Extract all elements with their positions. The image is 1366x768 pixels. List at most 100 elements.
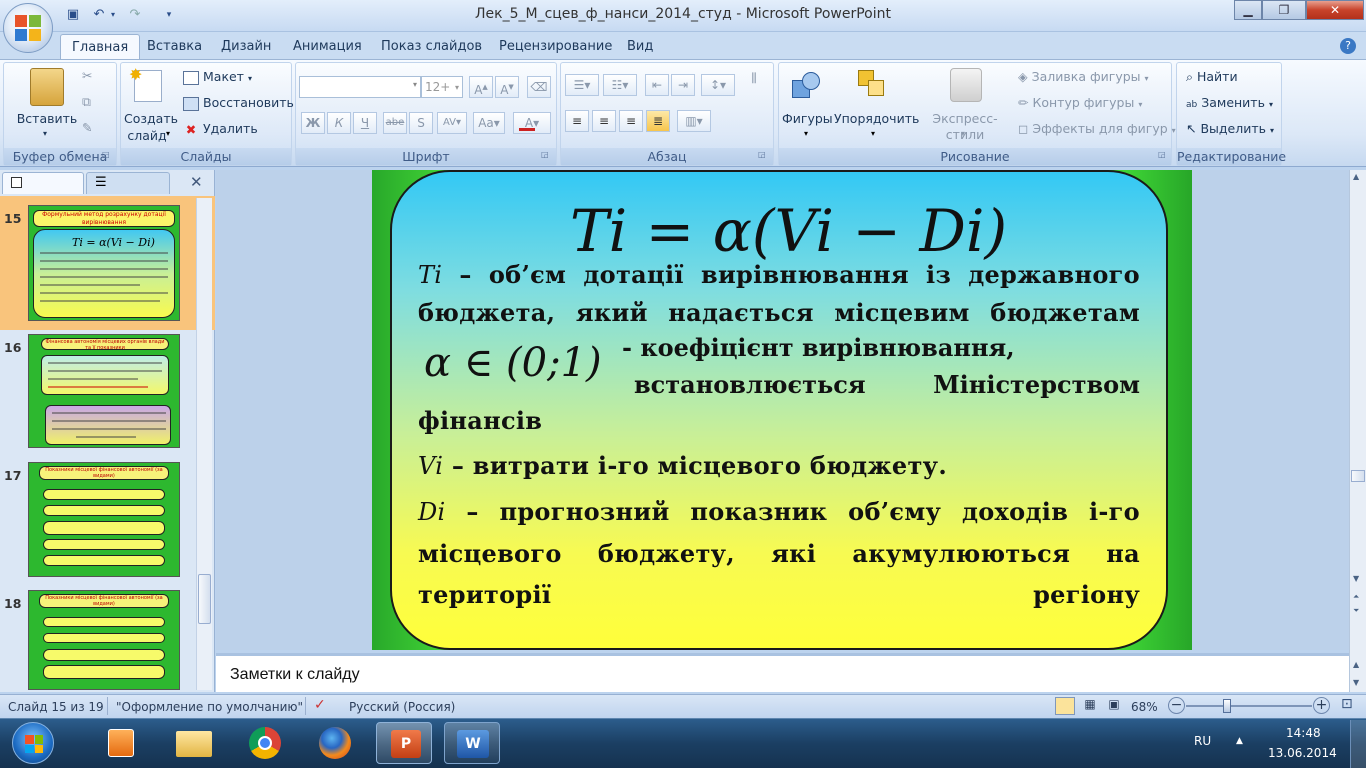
tab-slideshow[interactable]: Показ слайдов	[370, 34, 493, 59]
tab-view[interactable]: Вид	[616, 34, 664, 59]
firefox-taskbar-icon[interactable]	[306, 722, 362, 764]
notes-pane[interactable]: Заметки к слайду	[216, 653, 1349, 692]
bold-button[interactable]: Ж	[301, 112, 325, 134]
quick-styles-dropdown-icon[interactable]: ▾	[961, 129, 965, 138]
start-button[interactable]	[12, 722, 54, 764]
align-right-button[interactable]: ≡	[619, 110, 643, 132]
slide-thumbnail-16[interactable]: Фінансова автономія місцевих органів вла…	[28, 334, 180, 448]
tab-outline-view[interactable]: ☰	[86, 172, 170, 194]
tab-home[interactable]: Главная	[60, 34, 141, 61]
slide-thumbnail-18[interactable]: Показники місцевої фінансової автономії …	[28, 590, 180, 690]
paste-icon[interactable]	[30, 68, 64, 106]
zoom-in-button[interactable]: +	[1313, 697, 1330, 714]
line-spacing-button[interactable]: ↕▾	[701, 74, 735, 96]
tab-design[interactable]: Дизайн	[210, 34, 282, 59]
prev-slide-icon[interactable]: ⏶	[1353, 592, 1359, 602]
help-icon[interactable]: ?	[1340, 38, 1356, 54]
close-button[interactable]: ✕	[1306, 0, 1364, 20]
scroll-up-icon[interactable]: ▲	[1353, 172, 1359, 181]
normal-view-button[interactable]	[1055, 697, 1075, 715]
spellcheck-icon[interactable]: ✓	[314, 697, 326, 713]
cut-icon[interactable]: ✂	[82, 68, 92, 83]
close-panel-icon[interactable]: ✕	[190, 173, 203, 191]
shape-effects-button[interactable]: ◻ Эффекты для фигур ▾	[1018, 121, 1176, 136]
justify-button[interactable]: ≣	[646, 110, 670, 132]
arrange-icon[interactable]	[858, 70, 890, 102]
slide-scroll-thumb[interactable]	[1351, 470, 1365, 482]
chrome-taskbar-icon[interactable]	[236, 722, 292, 764]
thumbnails-scrollbar[interactable]	[196, 198, 212, 690]
clock-time[interactable]: 14:48	[1286, 726, 1321, 740]
numbering-button[interactable]: ☷▾	[603, 74, 637, 96]
next-slide-icon[interactable]: ⏷	[1353, 606, 1359, 616]
drawing-launcher-icon[interactable]: ◲	[1158, 150, 1166, 159]
align-center-button[interactable]: ≡	[592, 110, 616, 132]
slideshow-view-button[interactable]: ▣	[1104, 697, 1124, 715]
underline-button[interactable]: Ч	[353, 112, 377, 134]
font-color-button[interactable]: A▾	[513, 112, 551, 134]
paste-button[interactable]: Вставить	[14, 111, 80, 127]
zoom-slider-thumb[interactable]	[1222, 699, 1231, 713]
office-button[interactable]	[3, 3, 53, 53]
arrange-button[interactable]: Упорядочить	[834, 111, 919, 127]
italic-button[interactable]: К	[327, 112, 351, 134]
change-case-button[interactable]: Aa▾	[473, 112, 505, 134]
clear-format-button[interactable]: ⌫	[527, 76, 551, 98]
new-slide-label-1[interactable]: Создать	[124, 111, 178, 127]
shape-outline-button[interactable]: ✏ Контур фигуры ▾	[1018, 95, 1142, 110]
shape-fill-button[interactable]: ◈ Заливка фигуры ▾	[1018, 69, 1149, 84]
scroll-thumb[interactable]	[198, 574, 211, 624]
slide-thumbnail-15[interactable]: Формульний метод розрахунку дотації вирі…	[28, 205, 180, 321]
quick-styles-icon[interactable]	[950, 68, 982, 102]
tab-review[interactable]: Рецензирование	[488, 34, 623, 59]
new-slide-icon[interactable]: ✸	[129, 65, 162, 102]
keyboard-language[interactable]: RU	[1194, 734, 1211, 748]
text-direction-button[interactable]: ⫼	[741, 68, 767, 90]
shapes-icon[interactable]	[792, 70, 824, 104]
layout-button[interactable]: Макет ▾	[183, 69, 252, 85]
format-painter-icon[interactable]: ✎	[82, 120, 92, 135]
sorter-view-button[interactable]: ▦	[1080, 697, 1100, 715]
find-button[interactable]: ⌕ Найти	[1186, 69, 1238, 85]
paste-dropdown-icon[interactable]: ▾	[40, 126, 50, 142]
font-name-field[interactable]: ▾	[299, 76, 421, 98]
align-left-button[interactable]: ≡	[565, 110, 589, 132]
grow-font-button[interactable]: A▲	[469, 76, 493, 98]
tray-expand-icon[interactable]: ▲	[1236, 736, 1243, 746]
font-launcher-icon[interactable]: ◲	[541, 150, 549, 159]
shadow-button[interactable]: S	[409, 112, 433, 134]
replace-button[interactable]: ab Заменить ▾	[1186, 95, 1273, 110]
columns-button[interactable]: ▥▾	[677, 110, 711, 132]
clock-date[interactable]: 13.06.2014	[1268, 746, 1337, 760]
slide-scrollbar[interactable]: ▲ ▼ ⏶ ⏷ ▲ ▼	[1349, 170, 1366, 692]
shapes-button[interactable]: Фигуры	[782, 111, 833, 127]
bullets-button[interactable]: ☰▾	[565, 74, 599, 96]
clipboard-launcher-icon[interactable]: ◲	[102, 150, 110, 159]
maximize-button[interactable]: ❐	[1262, 0, 1306, 20]
increase-indent-button[interactable]: ⇥	[671, 74, 695, 96]
new-slide-dropdown-icon[interactable]: ▾	[166, 129, 170, 138]
minimize-button[interactable]: ▁	[1234, 0, 1262, 20]
new-slide-label-2[interactable]: слайд	[124, 128, 170, 144]
fit-to-window-icon[interactable]: ⊡	[1341, 696, 1353, 712]
notes-scroll-down-icon[interactable]: ▼	[1353, 678, 1359, 687]
char-spacing-button[interactable]: AV▾	[437, 112, 467, 134]
font-size-field[interactable]: 12+ ▾	[421, 76, 463, 98]
strikethrough-button[interactable]: abe	[383, 112, 407, 134]
word-taskbar-icon[interactable]: W	[444, 722, 500, 764]
tab-insert[interactable]: Вставка	[136, 34, 213, 59]
tab-slides-view[interactable]	[2, 172, 84, 194]
powerpoint-taskbar-icon[interactable]: P	[376, 722, 432, 764]
scroll-down-icon[interactable]: ▼	[1353, 574, 1359, 583]
shapes-dropdown-icon[interactable]: ▾	[804, 129, 808, 138]
show-desktop-button[interactable]	[1350, 720, 1366, 768]
reset-button[interactable]: Восстановить	[183, 95, 294, 111]
delete-slide-button[interactable]: ✖ Удалить	[183, 121, 258, 137]
decrease-indent-button[interactable]: ⇤	[645, 74, 669, 96]
arrange-dropdown-icon[interactable]: ▾	[871, 129, 875, 138]
media-player-taskbar-icon[interactable]	[92, 722, 148, 764]
paragraph-launcher-icon[interactable]: ◲	[758, 150, 766, 159]
language[interactable]: Русский (Россия)	[349, 700, 455, 714]
slide-thumbnail-17[interactable]: Показники місцевої фінансової автономії …	[28, 462, 180, 577]
select-button[interactable]: ↖ Выделить ▾	[1186, 121, 1274, 136]
